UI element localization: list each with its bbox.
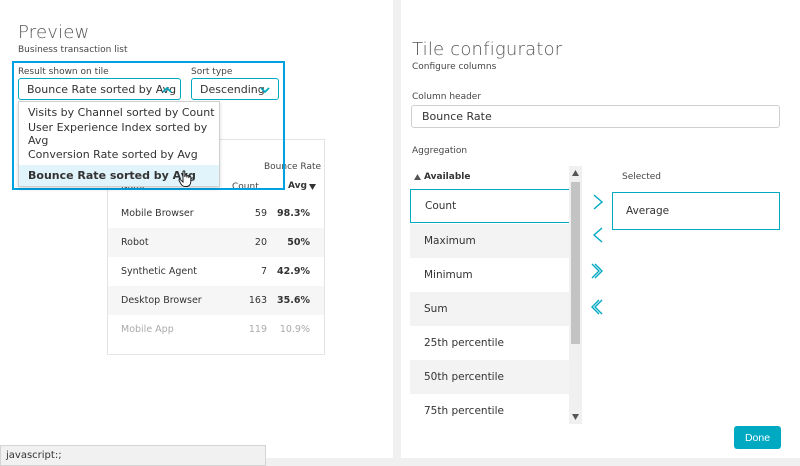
result-shown-value: Bounce Rate sorted by Avg (27, 82, 177, 96)
table-header-avg[interactable]: Avg (288, 181, 307, 191)
available-item-maximum[interactable]: Maximum (410, 224, 570, 258)
result-shown-select[interactable]: Bounce Rate sorted by Avg (18, 78, 181, 100)
sort-type-value: Descending (200, 82, 265, 96)
selected-item-average[interactable]: Average (612, 192, 780, 230)
table-row: Desktop Browser 163 35.6% (108, 286, 324, 315)
preview-panel: Preview Business transaction list Bounce… (0, 0, 393, 458)
scroll-up-icon[interactable] (572, 170, 579, 176)
chevron-down-icon (260, 87, 270, 94)
arrow-right-icon[interactable] (591, 193, 605, 211)
table-row: Mobile App 119 10.9% (108, 315, 324, 344)
available-list: Available Count Maximum Minimum Sum 25th… (410, 165, 580, 425)
table-row: Robot 20 50% (108, 228, 324, 257)
table-row: Mobile Browser 59 98.3% (108, 199, 324, 228)
sort-type-label: Sort type (191, 67, 233, 77)
available-item-25th[interactable]: 25th percentile (410, 326, 570, 360)
row-avg: 98.3% (277, 208, 310, 219)
available-header[interactable]: Available (424, 172, 470, 182)
available-item-75th[interactable]: 75th percentile (410, 394, 570, 425)
row-avg: 35.6% (277, 295, 310, 306)
scroll-thumb[interactable] (571, 182, 580, 344)
available-item-sum[interactable]: Sum (410, 292, 570, 326)
row-name: Mobile App (121, 324, 174, 335)
config-title: Tile configurator (412, 39, 563, 60)
selected-header: Selected (622, 172, 662, 182)
preview-title: Preview (18, 22, 90, 43)
available-item-minimum[interactable]: Minimum (410, 258, 570, 292)
done-button[interactable]: Done (734, 426, 781, 449)
row-name: Synthetic Agent (121, 266, 197, 277)
chevron-up-icon (162, 86, 172, 93)
menu-item-ux-index[interactable]: User Experience Index sorted by Avg (19, 121, 219, 147)
config-subtitle: Configure columns (412, 62, 497, 72)
sort-type-select[interactable]: Descending (191, 78, 279, 100)
row-count: 59 (254, 208, 267, 219)
hand-cursor-icon (178, 170, 192, 187)
row-name: Desktop Browser (121, 295, 202, 306)
preview-subtitle: Business transaction list (18, 45, 128, 55)
menu-item-conversion[interactable]: Conversion Rate sorted by Avg (19, 144, 219, 165)
double-arrow-right-icon[interactable] (590, 262, 604, 280)
row-name: Robot (121, 237, 149, 248)
row-avg: 10.9% (279, 324, 310, 335)
arrow-left-icon[interactable] (591, 226, 605, 244)
row-avg: 50% (287, 237, 310, 248)
available-scrollbar[interactable] (569, 166, 582, 424)
available-item-50th[interactable]: 50th percentile (410, 360, 570, 394)
column-header-label: Column header (412, 92, 482, 102)
result-shown-label: Result shown on tile (18, 67, 109, 77)
available-item-count[interactable]: Count (410, 189, 570, 223)
sort-up-icon (414, 174, 421, 180)
aggregation-label: Aggregation (412, 146, 468, 156)
config-panel: Tile configurator Configure columns Colu… (401, 0, 800, 458)
status-bar: javascript:; (0, 445, 266, 466)
double-arrow-left-icon[interactable] (590, 298, 604, 316)
row-count: 7 (260, 266, 267, 277)
row-count: 119 (248, 324, 267, 335)
sort-down-icon (309, 184, 316, 190)
column-header-input[interactable]: Bounce Rate (411, 105, 780, 128)
row-avg: 42.9% (277, 266, 310, 277)
row-count: 163 (248, 295, 267, 306)
table-row: Synthetic Agent 7 42.9% (108, 257, 324, 286)
scroll-down-icon[interactable] (572, 414, 579, 420)
row-count: 20 (254, 237, 267, 248)
row-name: Mobile Browser (121, 208, 194, 219)
